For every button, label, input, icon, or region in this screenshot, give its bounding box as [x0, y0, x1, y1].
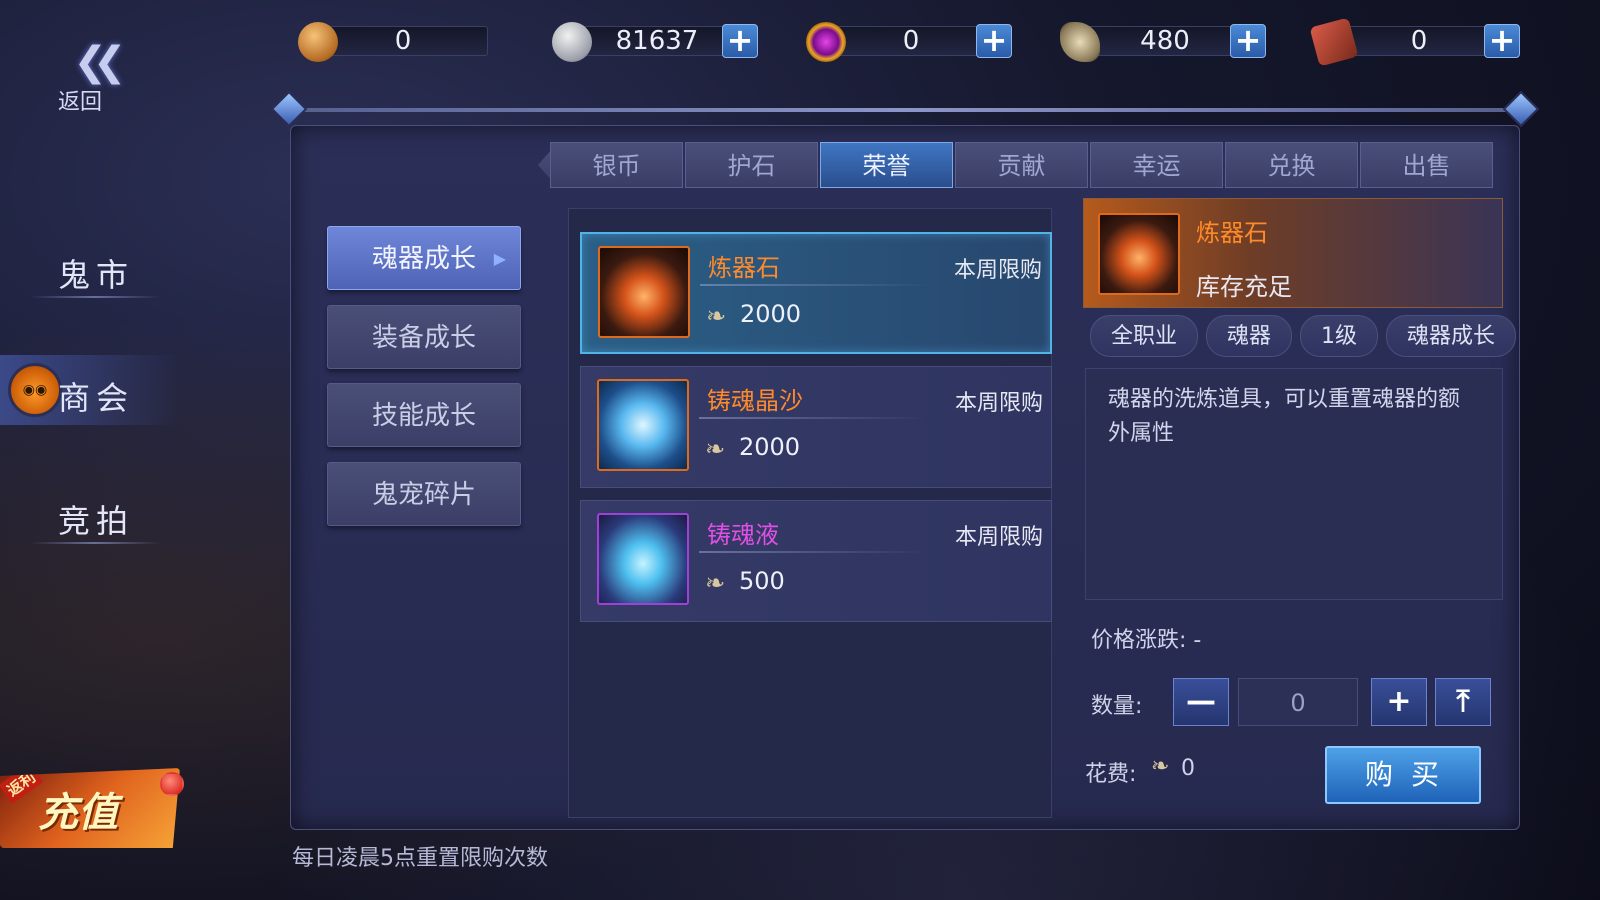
- shop-item[interactable]: 炼器石 本周限购 ❧ 2000: [580, 232, 1052, 354]
- currency-value: 0: [394, 26, 412, 56]
- weekly-limit-label: 本周限购: [953, 258, 1042, 283]
- category-equipment-growth[interactable]: 装备成长: [327, 305, 521, 369]
- item-tag: 全职业: [1090, 315, 1199, 357]
- side-menu-auction[interactable]: 竞拍: [0, 478, 180, 548]
- currency-value: 0: [1410, 26, 1428, 56]
- soul-liquid-icon: [597, 513, 689, 605]
- recharge-button[interactable]: 返利 充值: [0, 768, 180, 848]
- detail-item-name: 炼器石: [1196, 219, 1268, 247]
- side-menu-label: 鬼市: [58, 256, 135, 294]
- currency-value: 0: [902, 26, 920, 56]
- add-honor-button[interactable]: +: [1230, 24, 1266, 58]
- tab-luck[interactable]: 幸运: [1090, 142, 1223, 188]
- side-menu-label: 商会: [58, 379, 135, 417]
- silver-coin-icon: [552, 22, 592, 62]
- item-name: 炼器石: [708, 254, 780, 282]
- item-tag: 魂器: [1206, 315, 1293, 357]
- item-tags: 全职业 魂器 1级 魂器成长: [1090, 315, 1524, 357]
- gem-icon: [806, 22, 846, 62]
- currency-value: 81637: [615, 26, 699, 56]
- soul-crystal-sand-icon: [597, 379, 689, 471]
- notification-dot-icon: [160, 772, 184, 796]
- tab-contribution[interactable]: 贡献: [955, 142, 1088, 188]
- currency-value: 480: [1140, 26, 1190, 56]
- quantity-label: 数量:: [1091, 694, 1143, 719]
- add-token-button[interactable]: +: [1484, 24, 1520, 58]
- item-tag: 1级: [1300, 315, 1379, 357]
- purchase-box: 价格涨跌: - 数量: — 0 + ⤒ 花费: ❧ 0 购买: [1085, 612, 1503, 818]
- item-tag: 魂器成长: [1386, 315, 1517, 357]
- recharge-label: 充值: [38, 790, 118, 836]
- weekly-limit-label: 本周限购: [954, 391, 1043, 416]
- item-price: 2000: [740, 300, 802, 328]
- shop-item[interactable]: 铸魂液 本周限购 ❧ 500: [580, 500, 1052, 622]
- reset-notice: 每日凌晨5点重置限购次数: [292, 846, 548, 871]
- honor-horn-icon: ❧: [705, 569, 726, 597]
- stock-status: 库存充足: [1196, 273, 1292, 301]
- weekly-limit-label: 本周限购: [954, 525, 1043, 550]
- shop-item[interactable]: 铸魂晶沙 本周限购 ❧ 2000: [580, 366, 1052, 488]
- refining-stone-icon: [598, 246, 690, 338]
- side-menu-guild[interactable]: ◉◉ 商会: [0, 355, 180, 425]
- refining-stone-icon: [1098, 213, 1180, 295]
- side-menu-label: 竞拍: [58, 502, 135, 540]
- cost-value: 0: [1181, 756, 1195, 781]
- item-detail-header: 炼器石 库存充足: [1083, 198, 1503, 308]
- arrow-right-icon: ▶: [493, 249, 506, 268]
- buy-button[interactable]: 购买: [1325, 746, 1481, 804]
- add-gem-button[interactable]: +: [976, 24, 1012, 58]
- diamond-ornament-icon: [270, 90, 308, 128]
- max-quantity-button[interactable]: ⤒: [1435, 678, 1491, 726]
- copper-coin-icon: [298, 22, 338, 62]
- quantity-input[interactable]: 0: [1238, 678, 1358, 726]
- diamond-ornament-icon: [1502, 90, 1540, 128]
- double-chevron-left-icon: ❮❮: [73, 39, 126, 85]
- category-label: 装备成长: [371, 323, 476, 353]
- tab-honor[interactable]: 荣誉: [820, 142, 953, 188]
- back-label: 返回: [58, 90, 103, 115]
- item-description: 魂器的洗炼道具，可以重置魂器的额外属性: [1085, 368, 1503, 600]
- tab-exchange[interactable]: 兑换: [1225, 142, 1358, 188]
- honor-horn-icon: ❧: [1151, 754, 1170, 779]
- honor-horn-icon: ❧: [706, 302, 727, 330]
- item-name: 铸魂晶沙: [707, 387, 803, 415]
- increase-quantity-button[interactable]: +: [1371, 678, 1427, 726]
- category-skill-growth[interactable]: 技能成长: [327, 383, 521, 447]
- item-price: 2000: [739, 433, 801, 461]
- pumpkin-icon: ◉◉: [8, 363, 62, 417]
- category-soul-growth[interactable]: 魂器成长 ▶: [327, 226, 521, 290]
- price-change-label: 价格涨跌: -: [1091, 628, 1202, 653]
- tab-silver[interactable]: 银币: [550, 142, 683, 188]
- honor-horn-icon: ❧: [705, 435, 726, 463]
- category-label: 鬼宠碎片: [371, 480, 476, 510]
- item-name: 铸魂液: [707, 521, 779, 549]
- panel-ornament: [270, 90, 1540, 130]
- decrease-quantity-button[interactable]: —: [1173, 678, 1229, 726]
- item-price: 500: [739, 567, 785, 595]
- tab-sell[interactable]: 出售: [1360, 142, 1493, 188]
- back-button[interactable]: ❮❮ 返回: [58, 39, 128, 115]
- add-silver-button[interactable]: +: [722, 24, 758, 58]
- category-pet-shards[interactable]: 鬼宠碎片: [327, 462, 521, 526]
- side-menu-ghost-market[interactable]: 鬼市: [0, 232, 180, 302]
- tab-guard-stone[interactable]: 护石: [685, 142, 818, 188]
- category-label: 技能成长: [371, 401, 476, 431]
- category-label: 魂器成长: [371, 244, 476, 274]
- shop-tabs: 银币 护石 荣誉 贡献 幸运 兑换 出售: [550, 142, 1495, 190]
- cost-label: 花费:: [1085, 762, 1137, 787]
